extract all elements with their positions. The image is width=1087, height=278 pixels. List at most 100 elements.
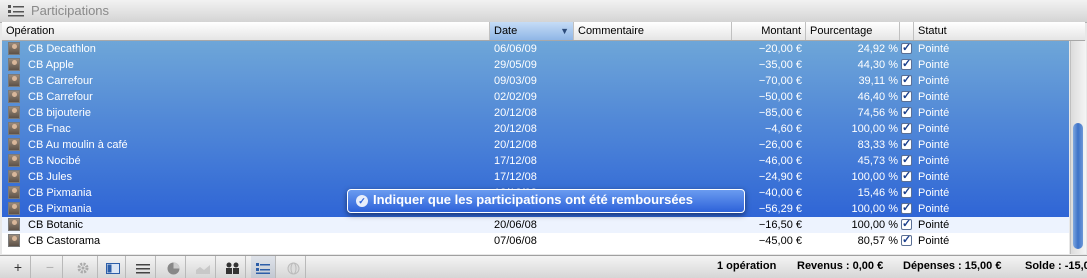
- cell-operation: CB Castorama: [28, 235, 101, 247]
- table-row[interactable]: CB Jules 17/12/08 −24,90 € 100,00 % Pointé ✓: [2, 169, 1069, 185]
- person-avatar-icon: [8, 234, 20, 247]
- pointed-checkbox[interactable]: ✓: [901, 91, 912, 102]
- scrollbar-thumb[interactable]: [1073, 123, 1083, 249]
- column-label: Opération: [6, 25, 55, 37]
- cell-pourcentage: 45,73 %: [857, 155, 898, 167]
- pointed-checkbox[interactable]: ✓: [901, 155, 912, 166]
- cell-operation: CB Carrefour: [28, 75, 93, 87]
- person-avatar-icon: [8, 138, 20, 151]
- cell-commentaire: [578, 153, 728, 169]
- view-graph-button[interactable]: [191, 256, 216, 278]
- cell-operation: CB Fnac: [28, 123, 71, 135]
- cell-statut: Pointé: [918, 107, 950, 119]
- cell-statut: Pointé: [918, 43, 950, 55]
- operation-count: 1 opération: [717, 260, 777, 272]
- person-avatar-icon: [8, 186, 20, 199]
- cell-montant: −50,00 €: [758, 91, 802, 103]
- cell-operation: CB Decathlon: [28, 43, 96, 55]
- cell-date: 09/03/09: [494, 75, 537, 87]
- cell-statut: Pointé: [918, 139, 950, 151]
- pointed-checkbox[interactable]: ✓: [901, 219, 912, 230]
- cell-statut: Pointé: [918, 91, 950, 103]
- cell-commentaire: [578, 233, 728, 249]
- cell-commentaire: [578, 73, 728, 89]
- view-participations-button[interactable]: [251, 256, 276, 278]
- pointed-checkbox[interactable]: ✓: [901, 139, 912, 150]
- person-avatar-icon: [8, 58, 20, 71]
- cell-operation: CB Au moulin à café: [28, 139, 128, 151]
- lines-icon: [136, 263, 150, 274]
- column-header-operation[interactable]: Opération: [2, 22, 490, 40]
- view-pie-button[interactable]: [161, 256, 186, 278]
- table-row[interactable]: CB bijouterie 20/12/08 −85,00 € 74,56 % Poin…: [2, 105, 1069, 121]
- cell-montant: −26,00 €: [758, 139, 802, 151]
- table-row[interactable]: CB Carrefour 09/03/09 −70,00 € 39,11 % Point…: [2, 73, 1069, 89]
- pointed-checkbox[interactable]: ✓: [901, 59, 912, 70]
- table-row[interactable]: CB Carrefour 02/02/09 −50,00 € 46,40 % Point…: [2, 89, 1069, 105]
- column-header-montant[interactable]: Montant: [732, 22, 806, 40]
- column-header-check[interactable]: [900, 22, 914, 40]
- cell-commentaire: [578, 217, 728, 233]
- view-account-button[interactable]: [101, 256, 126, 278]
- column-header-commentaire[interactable]: Commentaire: [574, 22, 732, 40]
- table-row[interactable]: CB Botanic 20/06/08 −16,50 € 100,00 % Pointé…: [2, 217, 1069, 233]
- pointed-checkbox[interactable]: ✓: [901, 43, 912, 54]
- view-web-button[interactable]: [281, 256, 306, 278]
- revenus-total: Revenus : 0,00 €: [797, 260, 884, 272]
- pointed-checkbox[interactable]: ✓: [901, 187, 912, 198]
- cell-pourcentage: 80,57 %: [857, 235, 898, 247]
- column-label: Montant: [761, 25, 801, 37]
- cell-statut: Pointé: [918, 171, 950, 183]
- globe-icon: [287, 262, 299, 275]
- table-row[interactable]: CB Nocibé 17/12/08 −46,00 € 45,73 % Pointé ✓: [2, 153, 1069, 169]
- pointed-checkbox[interactable]: ✓: [901, 107, 912, 118]
- cell-montant: −70,00 €: [758, 75, 802, 87]
- cell-pourcentage: 39,11 %: [858, 75, 898, 87]
- operations-table: CB Decathlon 06/06/09 −20,00 € 24,92 % Point…: [2, 41, 1069, 254]
- cell-commentaire: [578, 169, 728, 185]
- cell-date: 20/12/08: [494, 123, 537, 135]
- pointed-checkbox[interactable]: ✓: [901, 75, 912, 86]
- cell-operation: CB Apple: [28, 59, 74, 71]
- cell-date: 17/12/08: [494, 171, 537, 183]
- cell-operation: CB bijouterie: [28, 107, 91, 119]
- context-menu-label: Indiquer que les participations ont été …: [373, 192, 694, 207]
- people-icon: [226, 262, 239, 275]
- view-list-button[interactable]: [131, 256, 156, 278]
- pie-chart-icon: [167, 262, 179, 275]
- table-row[interactable]: CB Decathlon 06/06/09 −20,00 € 24,92 % Point…: [2, 41, 1069, 57]
- vertical-scrollbar[interactable]: [1070, 41, 1086, 254]
- cell-montant: −24,90 €: [758, 171, 802, 183]
- cell-operation: CB Carrefour: [28, 91, 93, 103]
- gear-menu-button[interactable]: [68, 256, 98, 278]
- add-button[interactable]: +: [6, 256, 31, 278]
- add-label: +: [13, 259, 23, 275]
- pointed-checkbox[interactable]: ✓: [901, 235, 912, 246]
- pointed-checkbox[interactable]: ✓: [901, 123, 912, 134]
- remove-button[interactable]: −: [38, 256, 63, 278]
- cell-montant: −4,60 €: [764, 123, 802, 135]
- context-menu-item-refund[interactable]: ✓ Indiquer que les participations ont ét…: [347, 189, 745, 213]
- column-label: Commentaire: [578, 25, 645, 37]
- cell-statut: Pointé: [918, 187, 950, 199]
- cell-pourcentage: 100,00 %: [851, 123, 898, 135]
- pointed-checkbox[interactable]: ✓: [901, 203, 912, 214]
- column-header-statut[interactable]: Statut: [914, 22, 1085, 40]
- cell-operation: CB Jules: [28, 171, 73, 183]
- cell-date: 20/12/08: [494, 139, 537, 151]
- column-header-date[interactable]: Date ▼: [490, 22, 574, 40]
- column-label: Date: [494, 25, 518, 37]
- person-avatar-icon: [8, 202, 20, 215]
- cell-commentaire: [578, 89, 728, 105]
- view-people-button[interactable]: [221, 256, 246, 278]
- list-icon: [8, 5, 24, 20]
- cell-date: 17/12/08: [494, 155, 537, 167]
- column-label: Pourcentage: [810, 25, 873, 37]
- table-row[interactable]: CB Apple 29/05/09 −35,00 € 44,30 % Pointé ✓: [2, 57, 1069, 73]
- table-row[interactable]: CB Fnac 20/12/08 −4,60 € 100,00 % Pointé ✓: [2, 121, 1069, 137]
- table-row[interactable]: CB Castorama 07/06/08 −45,00 € 80,57 % Point…: [2, 233, 1069, 249]
- table-row[interactable]: CB Au moulin à café 20/12/08 −26,00 € 83,33…: [2, 137, 1069, 153]
- column-header-pourcentage[interactable]: Pourcentage: [806, 22, 900, 40]
- pointed-checkbox[interactable]: ✓: [901, 171, 912, 182]
- cell-statut: Pointé: [918, 75, 950, 87]
